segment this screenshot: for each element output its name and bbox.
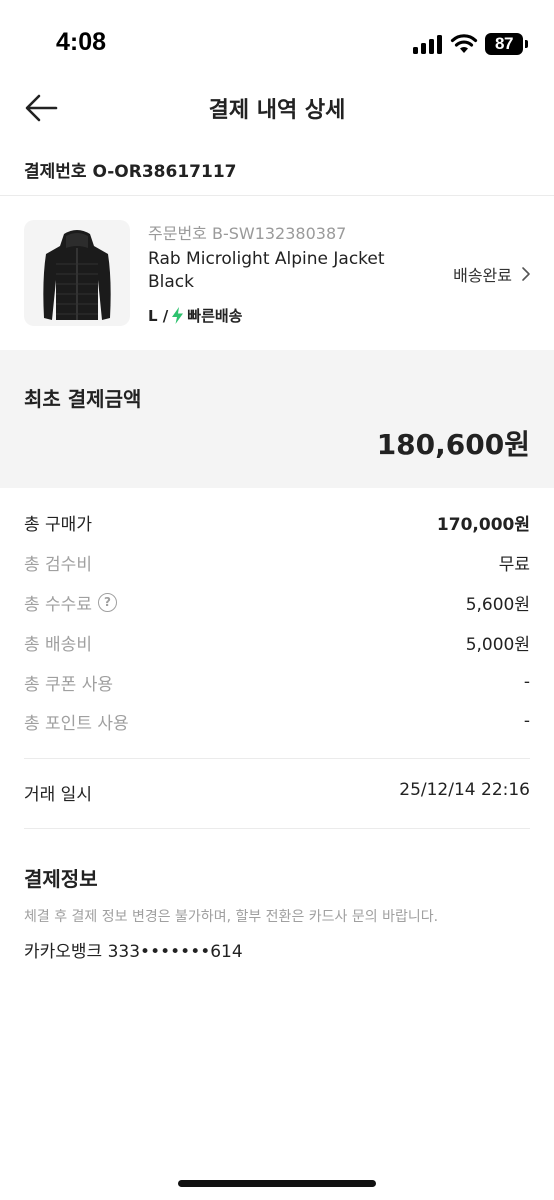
jacket-image xyxy=(43,230,111,320)
chevron-right-icon xyxy=(522,267,530,281)
row-value: 무료 xyxy=(498,554,530,575)
divider xyxy=(24,828,530,829)
breakdown-row-coupon: 총 쿠폰 사용 - xyxy=(24,668,530,696)
row-value: - xyxy=(523,672,530,692)
trade-label: 거래 일시 xyxy=(24,785,92,805)
row-value: 5,000원 xyxy=(465,634,530,655)
lightning-bolt-icon xyxy=(172,307,184,324)
payment-info-note: 체결 후 결제 정보 변경은 불가하며, 할부 전환은 카드사 문의 바랍니다. xyxy=(24,909,439,925)
total-amount: 180,600원 xyxy=(376,428,530,461)
product-name[interactable]: Rab Microlight Alpine Jacket Black xyxy=(148,248,408,294)
delivery-status-label: 배송완료 xyxy=(453,266,512,285)
row-label: 총 배송비 xyxy=(24,634,92,655)
status-time: 4:08 xyxy=(56,28,107,56)
battery-cap xyxy=(525,40,528,48)
home-indicator[interactable] xyxy=(178,1180,376,1187)
signal-icon xyxy=(413,35,443,54)
breakdown-row-inspection: 총 검수비 무료 xyxy=(24,548,530,576)
status-bar: 4:08 87 xyxy=(0,0,554,86)
product-option: L / 빠른배송 xyxy=(148,305,242,326)
wifi-icon xyxy=(450,34,478,53)
battery-icon: 87 xyxy=(485,33,523,55)
row-label-with-help: 총 수수료 ? xyxy=(24,590,117,615)
breakdown-row-shipping: 총 배송비 5,000원 xyxy=(24,628,530,656)
row-label: 총 검수비 xyxy=(24,554,92,575)
row-value: 170,000원 xyxy=(436,514,530,535)
shipping-type: 빠른배송 xyxy=(187,307,243,325)
row-label: 총 쿠폰 사용 xyxy=(24,674,114,695)
total-section: 최초 결제금액 180,600원 xyxy=(0,350,554,488)
product-size: L / xyxy=(148,306,169,325)
order-number: 주문번호 B-SW132380387 xyxy=(148,224,347,243)
payment-method: 카카오뱅크 333•••••••614 xyxy=(24,942,243,962)
breakdown-row-purchase: 총 구매가 170,000원 xyxy=(24,508,530,536)
trade-value: 25/12/14 22:16 xyxy=(399,780,530,800)
page-title: 결제 내역 상세 xyxy=(208,98,346,123)
breakdown-row-fee: 총 수수료 ? 5,600원 xyxy=(24,588,530,616)
breakdown-row-points: 총 포인트 사용 - xyxy=(24,707,530,735)
payment-detail-screen: 4:08 87 결제 내역 상세 결제번호 O-OR38617117 주문번호 … xyxy=(0,0,554,1200)
payment-number: 결제번호 O-OR38617117 xyxy=(24,162,237,182)
delivery-status-link[interactable]: 배송완료 xyxy=(453,262,532,286)
product-image[interactable] xyxy=(24,220,130,326)
total-label: 최초 결제금액 xyxy=(24,387,142,411)
question-circle-icon[interactable]: ? xyxy=(97,592,117,612)
divider xyxy=(24,758,530,759)
row-value: - xyxy=(523,711,530,731)
payment-info-title: 결제정보 xyxy=(24,867,98,891)
row-label-text: 총 수수료 xyxy=(24,594,92,615)
row-label: 총 포인트 사용 xyxy=(24,713,129,734)
divider xyxy=(0,195,554,196)
trade-datetime-row: 거래 일시 25/12/14 22:16 xyxy=(24,780,530,805)
row-value: 5,600원 xyxy=(465,594,530,615)
row-label: 총 구매가 xyxy=(24,514,92,535)
